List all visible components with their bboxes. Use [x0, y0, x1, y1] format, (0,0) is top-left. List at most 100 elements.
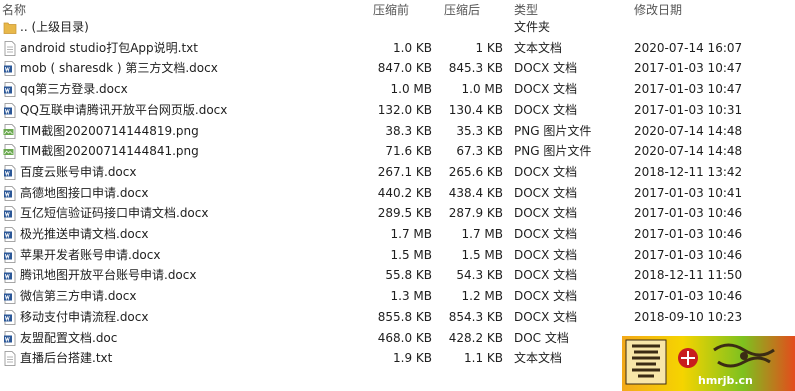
folder-icon	[3, 19, 17, 36]
word-doc-icon	[3, 60, 17, 77]
word-doc-icon	[3, 309, 17, 326]
modified-date: 2017-01-03 10:41	[634, 185, 743, 200]
file-row[interactable]: 极光推送申请文档.docx 1.7 MB 1.7 MB DOCX 文档 2017-01-…	[0, 224, 795, 245]
file-name: 直播后台搭建.txt	[20, 351, 113, 366]
size-after: 845.3 KB	[448, 61, 503, 76]
size-before: 38.3 KB	[385, 123, 432, 138]
column-size-after-header[interactable]: 压缩后	[444, 1, 480, 18]
size-before: 440.2 KB	[377, 185, 432, 200]
word-doc-icon	[3, 164, 17, 181]
size-before: 55.8 KB	[385, 268, 432, 283]
word-doc-icon	[3, 205, 17, 222]
modified-date: 2017-01-03 10:31	[634, 102, 743, 117]
word-doc-icon	[3, 226, 17, 243]
size-after: 1.1 KB	[464, 351, 503, 366]
file-type: PNG 图片文件	[514, 144, 592, 159]
size-after: 287.9 KB	[448, 206, 503, 221]
column-size-before-header[interactable]: 压缩前	[373, 1, 409, 18]
size-before: 847.0 KB	[377, 61, 432, 76]
size-after: 1.7 MB	[461, 227, 503, 241]
file-type: DOCX 文档	[514, 247, 578, 262]
size-before: 468.0 KB	[377, 330, 432, 345]
file-name: 互亿短信验证码接口申请文档.docx	[20, 206, 209, 221]
png-image-icon	[3, 143, 17, 160]
modified-date: 2020-07-14 16:07	[634, 40, 743, 55]
size-before: 267.1 KB	[377, 164, 432, 179]
size-after: 35.3 KB	[456, 123, 503, 138]
file-name: .. (上级目录)	[20, 20, 89, 34]
modified-date: 2017-01-03 10:47	[634, 82, 743, 97]
size-before: 71.6 KB	[385, 144, 432, 159]
modified-date: 2018-09-10 10:23	[634, 309, 743, 324]
file-list: 名称 压缩前 压缩后 类型 修改日期 .. (上级目录) 文件夹 android s…	[0, 0, 795, 391]
file-name: 微信第三方申请.docx	[20, 289, 137, 304]
size-after: 1.2 MB	[461, 289, 503, 304]
word-doc-icon	[3, 102, 17, 119]
file-row[interactable]: 移动支付申请流程.docx 855.8 KB 854.3 KB DOCX 文档 2018…	[0, 307, 795, 328]
size-before: 1.3 MB	[390, 289, 432, 304]
modified-date: 2020-07-14 14:48	[634, 144, 743, 159]
column-type-header[interactable]: 类型	[514, 1, 538, 18]
size-before: 132.0 KB	[377, 102, 432, 117]
modified-date: 2018-12-11 11:50	[634, 268, 743, 283]
file-type: DOCX 文档	[514, 185, 578, 200]
file-row[interactable]: QQ互联申请腾讯开放平台网页版.docx 132.0 KB 130.4 KB DOCX…	[0, 100, 795, 121]
file-name: TIM截图20200714144841.png	[20, 144, 199, 159]
file-type: 文本文档	[514, 351, 563, 366]
size-after: 54.3 KB	[456, 268, 503, 283]
file-row[interactable]: 高德地图接口申请.docx 440.2 KB 438.4 KB DOCX 文档 2017…	[0, 183, 795, 204]
size-after: 854.3 KB	[448, 309, 503, 324]
size-after: 1.0 MB	[461, 82, 503, 97]
file-row[interactable]: .. (上级目录) 文件夹	[0, 17, 795, 38]
file-name: QQ互联申请腾讯开放平台网页版.docx	[20, 102, 228, 117]
text-file-icon	[3, 40, 17, 57]
column-modified-header[interactable]: 修改日期	[634, 1, 682, 18]
modified-date: 2017-01-03 10:46	[634, 227, 743, 241]
size-before: 289.5 KB	[377, 206, 432, 221]
file-name: 友盟配置文档.doc	[20, 330, 118, 345]
file-row[interactable]: 互亿短信验证码接口申请文档.docx 289.5 KB 287.9 KB DOCX 文…	[0, 203, 795, 224]
file-row[interactable]: 百度云账号申请.docx 267.1 KB 265.6 KB DOCX 文档 2018-…	[0, 162, 795, 183]
file-row[interactable]: TIM截图20200714144841.png 71.6 KB 67.3 KB PNG…	[0, 141, 795, 162]
file-type: DOCX 文档	[514, 289, 578, 304]
size-after: 130.4 KB	[448, 102, 503, 117]
word-doc-icon	[3, 81, 17, 98]
file-row[interactable]: 微信第三方申请.docx 1.3 MB 1.2 MB DOCX 文档 2017-01-0…	[0, 286, 795, 307]
watermark-text: hmrjb.cn	[698, 374, 753, 387]
column-header: 名称 压缩前 压缩后 类型 修改日期	[0, 0, 795, 17]
file-type: DOCX 文档	[514, 82, 578, 97]
file-row[interactable]: TIM截图20200714144819.png 38.3 KB 35.3 KB PNG…	[0, 121, 795, 142]
size-before: 1.0 MB	[390, 82, 432, 97]
word-doc-icon	[3, 330, 17, 347]
column-name-header[interactable]: 名称	[2, 1, 26, 18]
file-name: 腾讯地图开放平台账号申请.docx	[20, 268, 197, 283]
file-type: 文件夹	[514, 20, 551, 34]
file-row[interactable]: android studio打包App说明.txt 1.0 KB 1 KB 文本文档 2…	[0, 38, 795, 59]
file-row[interactable]: 苹果开发者账号申请.docx 1.5 MB 1.5 MB DOCX 文档 2017-01…	[0, 245, 795, 266]
file-name: 百度云账号申请.docx	[20, 164, 137, 179]
file-name: TIM截图20200714144819.png	[20, 123, 199, 138]
png-image-icon	[3, 123, 17, 140]
modified-date: 2017-01-03 10:46	[634, 247, 743, 262]
file-name: android studio打包App说明.txt	[20, 40, 198, 55]
file-row[interactable]: qq第三方登录.docx 1.0 MB 1.0 MB DOCX 文档 2017-01-0…	[0, 79, 795, 100]
modified-date: 2017-01-03 10:47	[634, 61, 743, 76]
watermark-logo: hmrjb.cn	[622, 336, 795, 391]
size-after: 1 KB	[475, 40, 503, 55]
file-name: 苹果开发者账号申请.docx	[20, 247, 161, 262]
size-before: 1.7 MB	[390, 227, 432, 241]
modified-date: 2017-01-03 10:46	[634, 289, 743, 304]
modified-date: 2017-01-03 10:46	[634, 206, 743, 221]
word-doc-icon	[3, 247, 17, 264]
word-doc-icon	[3, 185, 17, 202]
size-after: 1.5 MB	[461, 247, 503, 262]
file-row[interactable]: 腾讯地图开放平台账号申请.docx 55.8 KB 54.3 KB DOCX 文档 20…	[0, 265, 795, 286]
file-name: mob ( sharesdk ) 第三方文档.docx	[20, 61, 218, 76]
file-row[interactable]: mob ( sharesdk ) 第三方文档.docx 847.0 KB 845.3…	[0, 58, 795, 79]
file-name: qq第三方登录.docx	[20, 82, 128, 97]
size-after: 265.6 KB	[448, 164, 503, 179]
modified-date: 2018-12-11 13:42	[634, 164, 743, 179]
size-after: 428.2 KB	[448, 330, 503, 345]
modified-date: 2020-07-14 14:48	[634, 123, 743, 138]
size-before: 1.9 KB	[393, 351, 432, 366]
